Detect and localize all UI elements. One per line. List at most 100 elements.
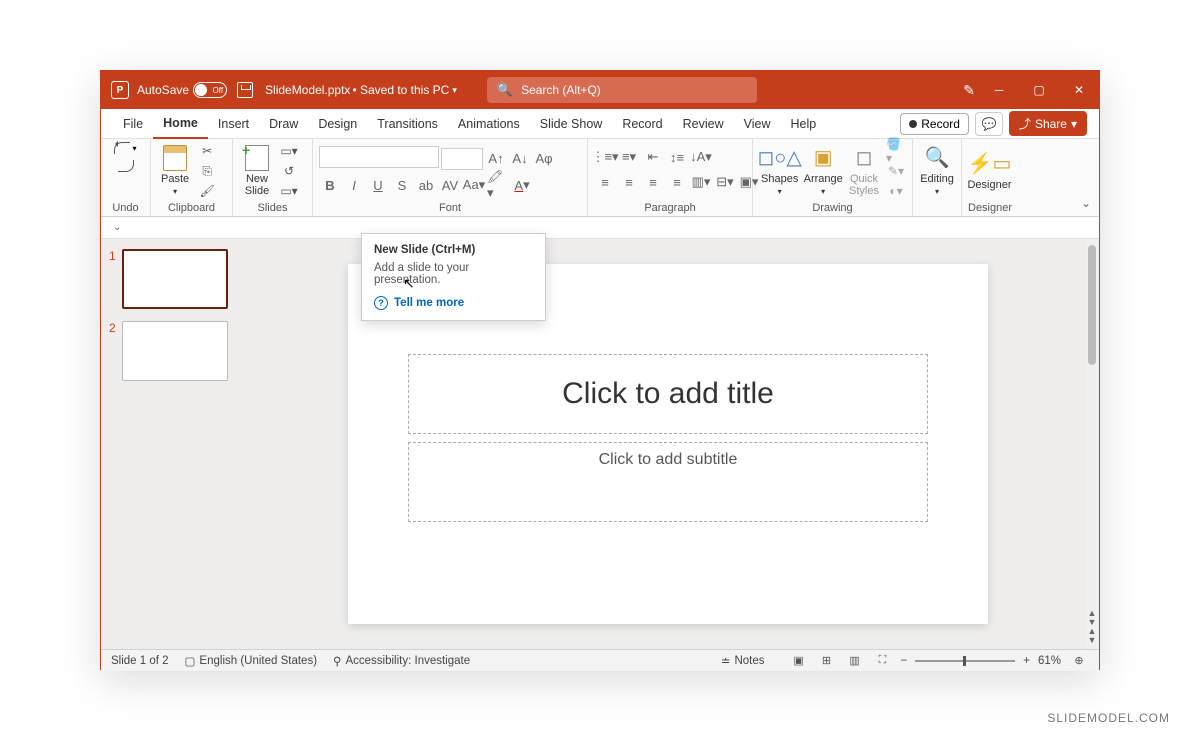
- maximize-button[interactable]: ▢: [1019, 71, 1059, 109]
- decrease-font-button[interactable]: A↓: [509, 148, 531, 170]
- subtitle-placeholder[interactable]: Click to add subtitle: [408, 442, 928, 522]
- tab-home[interactable]: Home: [153, 109, 208, 139]
- columns-button[interactable]: ▥▾: [690, 171, 712, 193]
- clear-format-button[interactable]: Aφ: [533, 148, 555, 170]
- cut-icon: ✂: [202, 144, 212, 158]
- zoom-out-button[interactable]: −: [901, 655, 908, 667]
- group-clipboard: Paste▾ ✂ ⎘ 🖌 Clipboard: [151, 139, 233, 216]
- align-center-button[interactable]: ≡: [618, 171, 640, 193]
- tab-design[interactable]: Design: [308, 109, 367, 139]
- vertical-scrollbar[interactable]: ▲▼▲▼: [1085, 239, 1099, 649]
- tab-slideshow[interactable]: Slide Show: [530, 109, 613, 139]
- slideshow-view-button[interactable]: ⛶: [873, 653, 893, 669]
- highlight-button[interactable]: 🖍▾: [487, 174, 509, 196]
- font-family-select[interactable]: [319, 146, 439, 168]
- format-painter-button[interactable]: 🖌: [197, 182, 217, 200]
- sorter-view-button[interactable]: ⊞: [817, 653, 837, 669]
- line-spacing-button[interactable]: ↕≡: [666, 146, 688, 168]
- shapes-button[interactable]: ◻○△ Shapes▾: [759, 143, 800, 199]
- numbering-button[interactable]: ≡▾: [618, 146, 640, 168]
- zoom-slider[interactable]: [915, 660, 1015, 662]
- change-case-button[interactable]: Aa▾: [463, 174, 485, 196]
- group-undo: ▾ Undo: [101, 139, 151, 216]
- zoom-in-button[interactable]: +: [1023, 655, 1030, 667]
- align-text-button[interactable]: ⊟▾: [714, 171, 736, 193]
- underline-button[interactable]: U: [367, 174, 389, 196]
- tab-review[interactable]: Review: [673, 109, 734, 139]
- normal-view-button[interactable]: ▣: [789, 653, 809, 669]
- section-button[interactable]: ▭▾: [279, 182, 299, 200]
- new-slide-tooltip: New Slide (Ctrl+M) Add a slide to your p…: [361, 233, 546, 321]
- group-drawing: ◻○△ Shapes▾ ▣ Arrange▾ ◻ Quick Styles 🪣▾…: [753, 139, 913, 216]
- text-direction-button[interactable]: ↓A▾: [690, 146, 712, 168]
- tab-help[interactable]: Help: [780, 109, 826, 139]
- reset-button[interactable]: ↺: [279, 162, 299, 180]
- saved-status: • Saved to this PC: [352, 83, 449, 97]
- indent-button[interactable]: ⇤: [642, 146, 664, 168]
- shadow-button[interactable]: ab: [415, 174, 437, 196]
- new-slide-button[interactable]: New Slide: [239, 143, 275, 199]
- redo-button[interactable]: [118, 160, 134, 175]
- arrange-icon: ▣: [814, 145, 833, 171]
- designer-icon: ⚡▭: [968, 151, 1012, 177]
- ribbon-collapse-button[interactable]: ⌄: [1081, 196, 1091, 210]
- justify-button[interactable]: ≡: [666, 171, 688, 193]
- tooltip-help-link[interactable]: ? Tell me more: [374, 296, 533, 310]
- undo-button[interactable]: ▾: [114, 142, 136, 154]
- fit-window-button[interactable]: ⊕: [1069, 653, 1089, 669]
- qa-customize-button[interactable]: ⌄: [113, 222, 121, 233]
- font-size-select[interactable]: [441, 148, 483, 170]
- paste-button[interactable]: Paste▾: [157, 143, 193, 199]
- tab-animations[interactable]: Animations: [448, 109, 530, 139]
- tab-transitions[interactable]: Transitions: [367, 109, 448, 139]
- language-status[interactable]: ▢English (United States): [185, 654, 318, 668]
- quick-styles-button[interactable]: ◻ Quick Styles: [846, 143, 882, 199]
- filename-dropdown-icon[interactable]: ▾: [452, 85, 457, 96]
- increase-font-button[interactable]: A↑: [485, 148, 507, 170]
- italic-button[interactable]: I: [343, 174, 365, 196]
- close-button[interactable]: ✕: [1059, 71, 1099, 109]
- share-button[interactable]: ⤴Share▾: [1009, 111, 1087, 136]
- comments-button[interactable]: 💬: [975, 112, 1003, 136]
- accessibility-status[interactable]: ⚲Accessibility: Investigate: [333, 654, 470, 668]
- tab-record[interactable]: Record: [612, 109, 672, 139]
- search-box[interactable]: 🔍 Search (Alt+Q): [487, 77, 757, 103]
- align-left-button[interactable]: ≡: [594, 171, 616, 193]
- undo-group-label: Undo: [107, 200, 144, 216]
- thumbnail-2[interactable]: 2: [109, 321, 243, 381]
- autosave-toggle[interactable]: Off: [193, 82, 227, 98]
- shape-effects-button[interactable]: ◐▾: [886, 182, 906, 200]
- font-color-button[interactable]: A▾: [511, 174, 533, 196]
- main-area: 1 2 Click to add title Click to add subt…: [101, 239, 1099, 649]
- reading-view-button[interactable]: ▥: [845, 653, 865, 669]
- notes-button[interactable]: ≐Notes: [721, 654, 765, 668]
- slides-group-label: Slides: [239, 200, 306, 216]
- cut-button[interactable]: ✂: [197, 142, 217, 160]
- shape-fill-button[interactable]: 🪣▾: [886, 142, 906, 160]
- strikethrough-button[interactable]: S: [391, 174, 413, 196]
- scrollbar-thumb[interactable]: [1088, 245, 1096, 365]
- tab-file[interactable]: File: [113, 109, 153, 139]
- pen-icon[interactable]: ✎: [963, 82, 975, 99]
- scroll-arrows-icon[interactable]: ▲▼▲▼: [1088, 609, 1097, 645]
- zoom-level[interactable]: 61%: [1038, 655, 1061, 667]
- shape-outline-button[interactable]: ✎▾: [886, 162, 906, 180]
- arrange-button[interactable]: ▣ Arrange▾: [804, 143, 842, 199]
- minimize-button[interactable]: ─: [979, 71, 1019, 109]
- designer-button[interactable]: ⚡▭ Designer: [968, 149, 1011, 193]
- slide-counter[interactable]: Slide 1 of 2: [111, 655, 169, 667]
- record-button[interactable]: Record: [900, 113, 969, 135]
- char-spacing-button[interactable]: AV: [439, 174, 461, 196]
- title-placeholder[interactable]: Click to add title: [408, 354, 928, 434]
- copy-button[interactable]: ⎘: [197, 162, 217, 180]
- bold-button[interactable]: B: [319, 174, 341, 196]
- thumbnail-1[interactable]: 1: [109, 249, 243, 309]
- layout-button[interactable]: ▭▾: [279, 142, 299, 160]
- editing-button[interactable]: 🔍 Editing▾: [919, 143, 955, 199]
- tab-draw[interactable]: Draw: [259, 109, 308, 139]
- tab-insert[interactable]: Insert: [208, 109, 259, 139]
- save-icon[interactable]: [237, 82, 253, 98]
- tab-view[interactable]: View: [734, 109, 781, 139]
- align-right-button[interactable]: ≡: [642, 171, 664, 193]
- bullets-button[interactable]: ⋮≡▾: [594, 146, 616, 168]
